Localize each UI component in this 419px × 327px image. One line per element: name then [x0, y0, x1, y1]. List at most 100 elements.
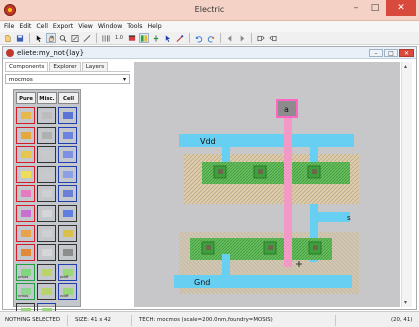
palette-cell[interactable] [16, 165, 35, 183]
scroll-down-icon[interactable]: ▾ [404, 299, 407, 306]
zoom-box-icon[interactable] [70, 33, 80, 43]
scroll-up-icon[interactable]: ▴ [404, 63, 407, 70]
poly-gate[interactable] [284, 117, 292, 267]
palette-cell[interactable] [16, 205, 35, 222]
palette-cell[interactable] [37, 146, 56, 164]
palette-cell[interactable] [58, 185, 77, 203]
pin-icon[interactable] [175, 33, 185, 43]
close-button[interactable]: ✕ [386, 0, 416, 16]
palette-cell[interactable] [16, 126, 35, 144]
contact-cut [218, 169, 223, 174]
palette-cell[interactable] [16, 224, 35, 242]
palette-cell[interactable] [37, 224, 56, 242]
palette-cell[interactable] [58, 205, 77, 222]
menu-cell[interactable]: Cell [36, 21, 48, 32]
toolbar-separator [96, 33, 97, 43]
tab-layers[interactable]: Layers [81, 62, 109, 71]
menu-bar: File Edit Cell Export View Window Tools … [0, 21, 419, 32]
layout-canvas[interactable]: Vdd s a Gnd [134, 62, 400, 307]
layer-fill-icon[interactable] [127, 33, 137, 43]
s-label: s [347, 214, 351, 222]
palette-cell[interactable] [37, 165, 56, 183]
palette-cell[interactable] [58, 224, 77, 242]
palette-cell[interactable] [37, 185, 56, 203]
menu-window[interactable]: Window [98, 21, 122, 32]
palette-cell[interactable] [37, 205, 56, 222]
layer-swatch-icon [42, 131, 52, 139]
vertical-scrollbar[interactable]: ▴ ▾ [401, 62, 412, 307]
component-palette: Pure Misc. Cell pmospdiffnmosndiffpwelln… [13, 89, 81, 320]
status-tech: TECH: mocmos (scale=200.0nm,foundry=MOSI… [136, 315, 336, 326]
document-window: eliete:my_not{lay} – □ ✕ Components Expl… [2, 46, 417, 320]
palette-cell[interactable] [37, 107, 56, 124]
cell-up-icon[interactable] [256, 33, 266, 43]
minimize-button[interactable]: – [347, 0, 365, 16]
menu-help[interactable]: Help [148, 21, 162, 32]
palette-cell-label: pdiff [60, 273, 69, 279]
redo-icon[interactable] [206, 33, 216, 43]
palette-cell[interactable] [16, 244, 35, 262]
layer-swatch-icon [42, 268, 52, 276]
palette-header-cell[interactable]: Cell [58, 92, 79, 104]
palette-cell[interactable] [37, 263, 56, 281]
menu-file[interactable]: File [4, 21, 14, 32]
palette-cell-label: pmos [18, 273, 29, 279]
document-minimize-button[interactable]: – [369, 49, 383, 57]
tab-explorer[interactable]: Explorer [49, 62, 81, 71]
menu-view[interactable]: View [78, 21, 93, 32]
a-label: a [284, 105, 289, 114]
palette-cell[interactable] [58, 146, 77, 164]
palette-cell[interactable] [37, 126, 56, 144]
palette-cell[interactable] [37, 244, 56, 262]
select-arrow-icon[interactable] [34, 33, 44, 43]
technology-select[interactable]: mocmos ▾ [5, 74, 130, 84]
layer-swatch-icon [42, 249, 52, 257]
new-icon[interactable] [3, 33, 13, 43]
layer-swatch-icon [63, 249, 73, 257]
measure-icon[interactable] [151, 33, 161, 43]
menu-export[interactable]: Export [53, 21, 73, 32]
palette-cell[interactable]: pdiff [58, 263, 77, 281]
menu-tools[interactable]: Tools [127, 21, 142, 32]
palette-cell[interactable] [58, 107, 77, 124]
scale-10-icon[interactable]: 1.0 [113, 33, 125, 43]
output-s-metal[interactable] [310, 212, 350, 222]
palette-cell[interactable] [16, 107, 35, 124]
wire-tool-icon[interactable] [82, 33, 92, 43]
contact-cut [206, 245, 211, 250]
palette-cell[interactable] [16, 185, 35, 203]
save-icon[interactable] [15, 33, 25, 43]
contact-cut [258, 169, 263, 174]
document-title-bar: eliete:my_not{lay} – □ ✕ [3, 47, 416, 59]
palette-cell[interactable]: nmos [16, 283, 35, 301]
hand-pan-icon[interactable] [46, 33, 56, 43]
menu-edit[interactable]: Edit [19, 21, 31, 32]
palette-cell[interactable] [58, 165, 77, 183]
back-icon[interactable] [225, 33, 235, 43]
document-close-button[interactable]: ✕ [399, 49, 414, 57]
pointer-icon[interactable] [163, 33, 173, 43]
palette-cell[interactable] [58, 244, 77, 262]
palette-header-misc[interactable]: Misc. [37, 92, 57, 104]
layer-swatch-icon [42, 170, 52, 178]
grid-icon[interactable] [101, 33, 111, 43]
palette-cell[interactable] [16, 146, 35, 164]
gnd-label: Gnd [194, 278, 210, 287]
undo-icon[interactable] [194, 33, 204, 43]
zoom-icon[interactable] [58, 33, 68, 43]
palette-header-pure[interactable]: Pure [16, 92, 36, 104]
palette-cell[interactable]: ndiff [58, 283, 77, 301]
toolbar-separator [29, 33, 30, 43]
palette-cell[interactable] [37, 283, 56, 301]
technology-value: mocmos [9, 77, 33, 83]
palette-cell[interactable]: pmos [16, 263, 35, 281]
palette-cell[interactable] [58, 126, 77, 144]
status-coords: (20, 41) [391, 317, 413, 323]
highlight-icon[interactable] [139, 33, 149, 43]
tab-components[interactable]: Components [5, 62, 49, 71]
forward-icon[interactable] [237, 33, 247, 43]
document-maximize-button[interactable]: □ [384, 49, 398, 57]
layer-swatch-icon [21, 112, 31, 119]
cell-down-icon[interactable] [268, 33, 278, 43]
maximize-button[interactable]: □ [366, 0, 384, 16]
